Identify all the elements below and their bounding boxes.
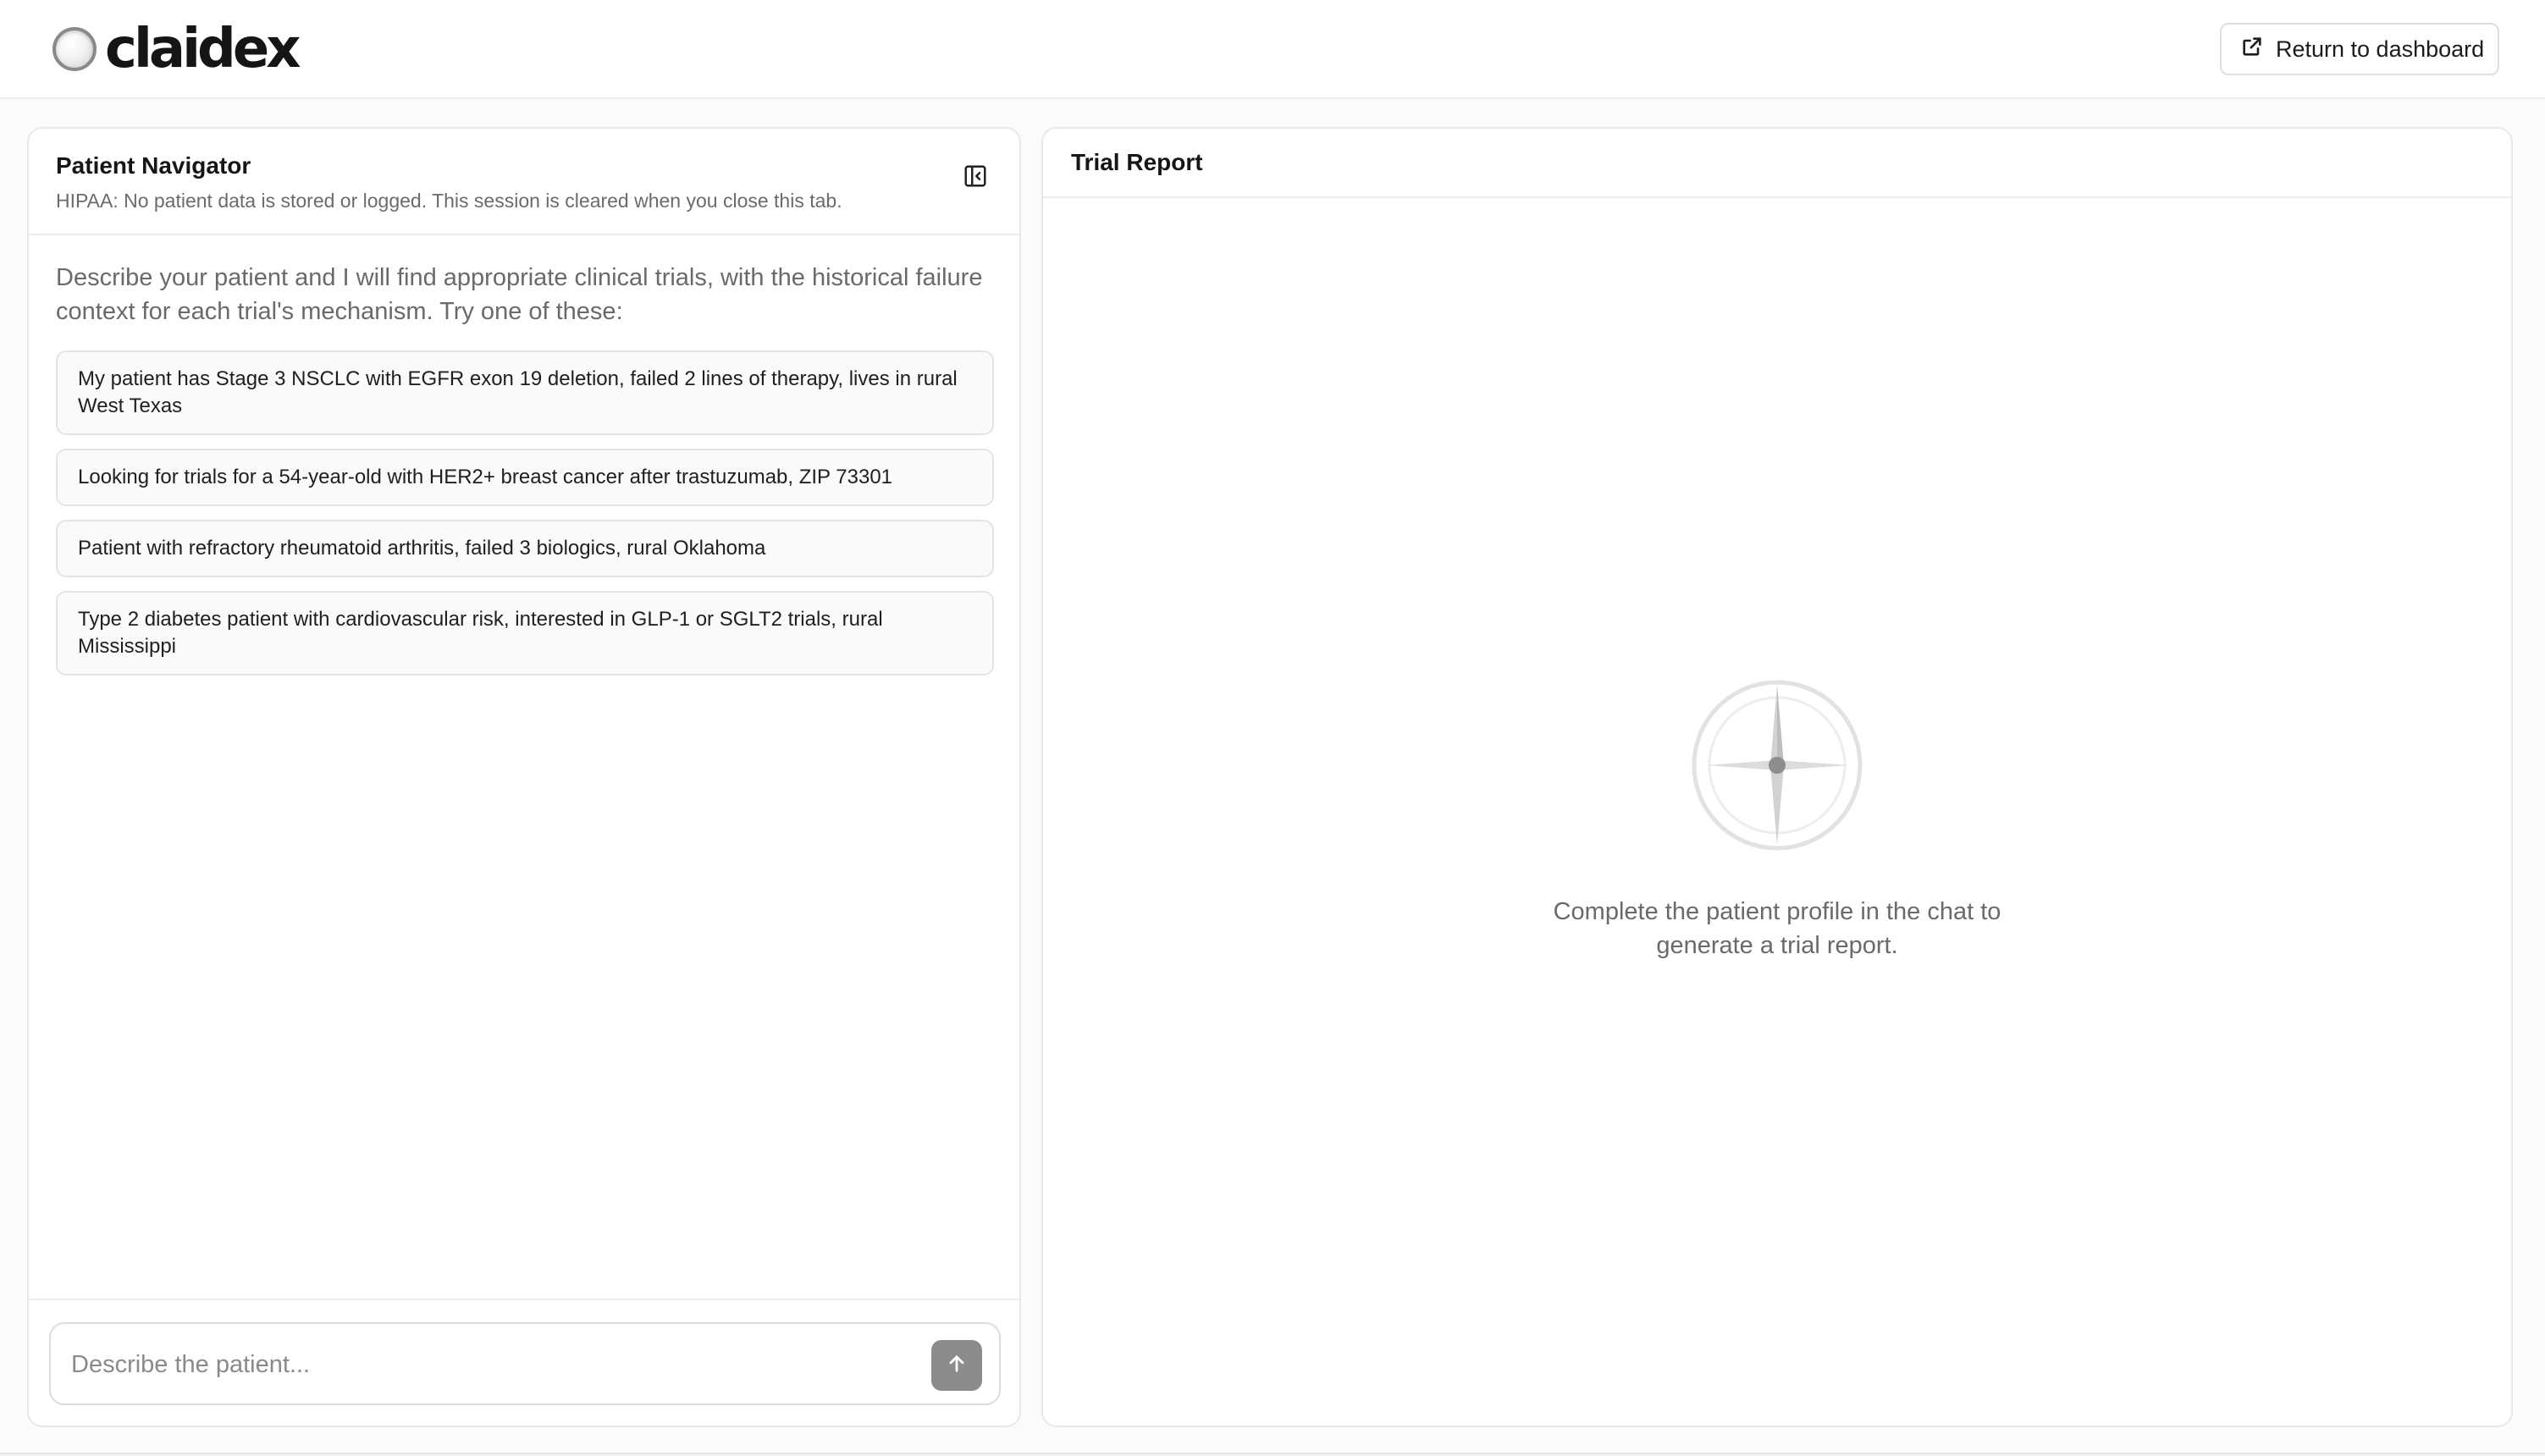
report-empty-state: Complete the patient profile in the chat… [1043,679,2511,962]
composer-bar [29,1299,1019,1426]
composer [49,1322,1001,1405]
suggestion-chip[interactable]: My patient has Stage 3 NSCLC with EGFR e… [56,350,994,435]
send-button[interactable] [931,1340,982,1391]
trial-report-header: Trial Report [1043,129,2511,198]
collapse-sidebar-button[interactable] [957,159,994,196]
report-empty-message: Complete the patient profile in the chat… [1553,898,2001,959]
hipaa-notice: HIPAA: No patient data is stored or logg… [56,190,842,212]
external-link-icon [2240,35,2264,64]
compass-icon [1691,679,1863,856]
patient-navigator-header: Patient Navigator HIPAA: No patient data… [29,129,1019,235]
return-to-dashboard-label: Return to dashboard [2276,36,2485,62]
suggestion-chip[interactable]: Looking for trials for a 54-year-old wit… [56,449,994,506]
app-page: claidex Return to dashboard Patient Navi… [0,0,2545,1454]
patient-navigator-title: Patient Navigator [56,152,251,179]
logo-text: claidex [105,18,301,80]
top-bar: claidex Return to dashboard [0,0,2545,99]
arrow-up-icon [945,1352,969,1380]
suggestion-chip[interactable]: Type 2 diabetes patient with cardiovascu… [56,591,994,676]
trial-report-title: Trial Report [1071,149,1203,175]
suggestion-list: My patient has Stage 3 NSCLC with EGFR e… [56,350,994,689]
logo-mark-icon [52,27,97,71]
intro-message: Describe your patient and I will find ap… [56,264,983,325]
patient-navigator-panel: Patient Navigator HIPAA: No patient data… [27,127,1021,1427]
suggestion-chip[interactable]: Patient with refractory rheumatoid arthr… [56,520,994,577]
return-to-dashboard-button[interactable]: Return to dashboard [2220,23,2499,75]
patient-description-input[interactable] [71,1348,901,1382]
claidex-logo[interactable]: claidex [52,18,301,80]
sidebar-collapse-icon [963,163,988,193]
trial-report-panel: Trial Report Complete the patient profil… [1041,127,2513,1427]
